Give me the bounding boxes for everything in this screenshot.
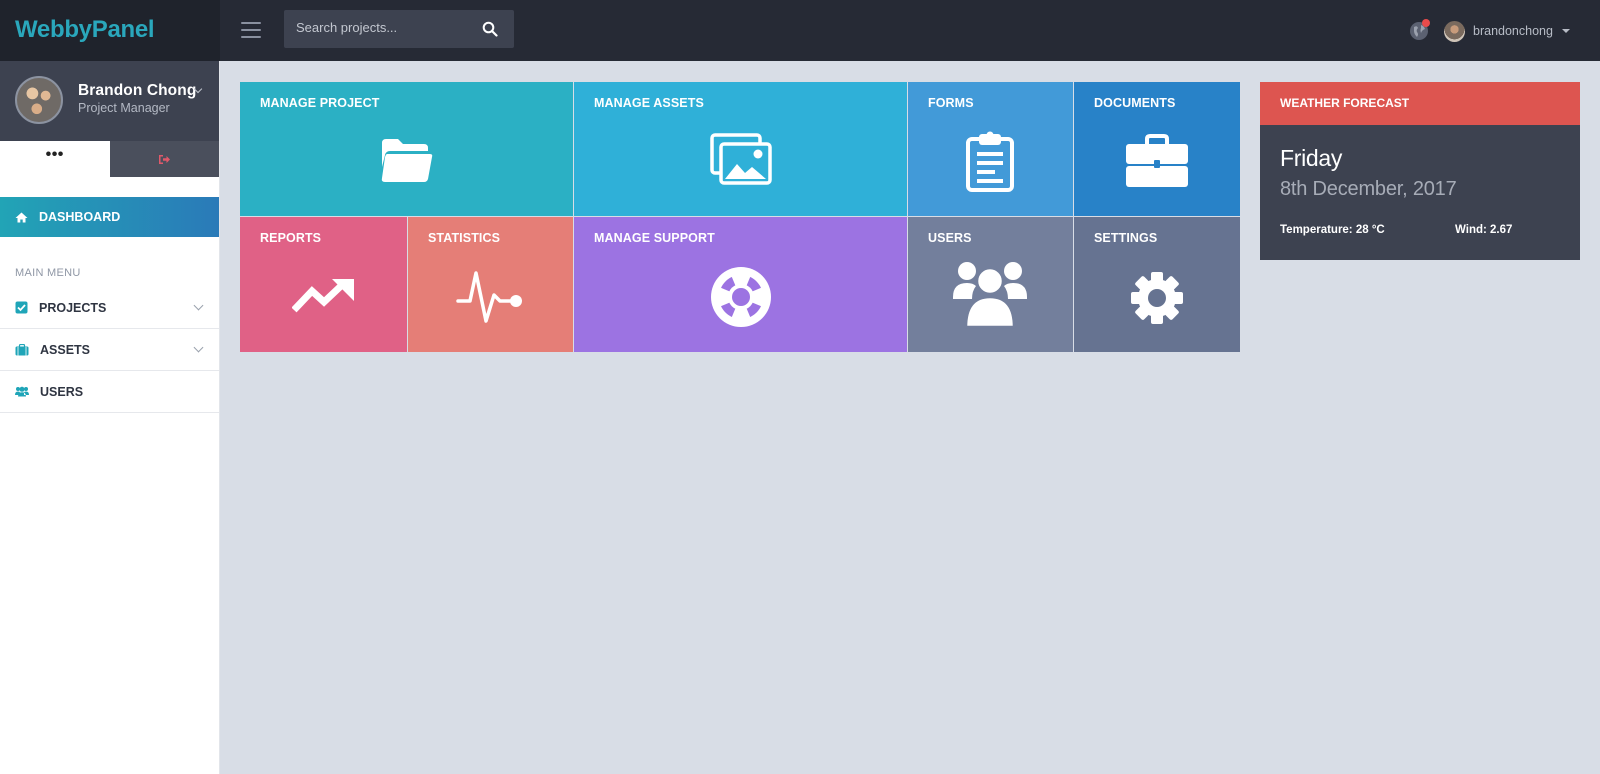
tab-more[interactable]: ••• [0, 141, 110, 177]
weather-temperature: Temperature: 28 °C [1280, 224, 1385, 236]
user-menu[interactable]: brandonchong [1444, 20, 1570, 42]
tile-users[interactable]: USERS [908, 217, 1073, 352]
trend-up-icon [292, 279, 354, 313]
tile-manage-assets[interactable]: MANAGE ASSETS [574, 82, 907, 216]
weather-day: Friday [1280, 145, 1343, 171]
sidebar-item-projects[interactable]: PROJECTS [0, 287, 219, 329]
gear-icon [1131, 272, 1183, 324]
profile-name[interactable]: Brandon Chong [78, 82, 196, 100]
weather-widget: WEATHER FORECAST Friday 8th December, 20… [1260, 82, 1580, 260]
tile-label: STATISTICS [428, 231, 501, 245]
sidebar-item-label: DASHBOARD [39, 210, 121, 224]
tab-logout[interactable] [109, 141, 219, 177]
avatar [1444, 20, 1465, 42]
tile-label: MANAGE ASSETS [594, 96, 704, 110]
tile-manage-support[interactable]: MANAGE SUPPORT [574, 217, 907, 352]
clipboard-icon [966, 131, 1014, 192]
folder-icon [381, 139, 433, 182]
briefcase-icon [15, 343, 29, 355]
weather-date: 8th December, 2017 [1280, 178, 1457, 200]
sidebar-item-users[interactable]: USERS [0, 371, 219, 413]
sidebar-item-label: ASSETS [40, 342, 91, 357]
notification-badge [1422, 19, 1430, 27]
tile-forms[interactable]: FORMS [908, 82, 1073, 216]
chevron-down-icon[interactable] [193, 342, 204, 353]
caret-down-icon [1561, 29, 1570, 33]
tile-label: FORMS [928, 96, 974, 110]
images-icon [710, 133, 772, 185]
profile-avatar[interactable] [15, 76, 63, 124]
check-square-icon [15, 301, 28, 314]
menu-heading: MAIN MENU [15, 267, 81, 279]
life-ring-icon [711, 267, 771, 327]
users-icon [953, 262, 1027, 329]
more-icon: ••• [45, 146, 64, 163]
briefcase-icon [1126, 134, 1188, 187]
weather-title: WEATHER FORECAST [1260, 82, 1580, 125]
tile-statistics[interactable]: STATISTICS [408, 217, 573, 352]
dashboard-tiles: MANAGE PROJECT MANAGE ASSETS FORMS DOCUM… [240, 82, 1240, 352]
tile-label: USERS [928, 231, 972, 245]
top-bar: WebbyPanel brandonchong [0, 0, 1600, 61]
tile-label: REPORTS [260, 231, 322, 245]
tile-settings[interactable]: SETTINGS [1074, 217, 1240, 352]
tile-documents[interactable]: DOCUMENTS [1074, 82, 1240, 216]
tile-label: DOCUMENTS [1094, 96, 1176, 110]
weather-wind: Wind: 2.67 [1455, 224, 1513, 236]
sign-out-icon [158, 154, 170, 164]
username-label: brandonchong [1473, 24, 1553, 38]
tile-reports[interactable]: REPORTS [240, 217, 407, 352]
brand-logo[interactable]: WebbyPanel [0, 0, 220, 61]
sidebar-item-dashboard[interactable]: DASHBOARD [0, 197, 219, 237]
search-box [284, 10, 514, 48]
sidebar: Brandon Chong Project Manager ••• DASHBO… [0, 61, 220, 774]
profile-role: Project Manager [78, 101, 170, 115]
sidebar-item-label: PROJECTS [39, 300, 107, 315]
hamburger-menu-icon[interactable] [241, 22, 261, 38]
home-icon [15, 212, 28, 222]
sidebar-item-label: USERS [40, 384, 84, 399]
search-icon[interactable] [482, 21, 498, 37]
tile-label: MANAGE SUPPORT [594, 231, 715, 245]
tile-label: MANAGE PROJECT [260, 96, 380, 110]
profile-panel: Brandon Chong Project Manager [0, 61, 219, 141]
pulse-icon [456, 271, 522, 323]
tile-label: SETTINGS [1094, 231, 1158, 245]
sidebar-tabs: ••• [0, 141, 219, 177]
brand-name: WebbyPanel [15, 16, 155, 43]
tile-manage-project[interactable]: MANAGE PROJECT [240, 82, 573, 216]
users-icon [15, 386, 29, 397]
sidebar-item-assets[interactable]: ASSETS [0, 329, 219, 371]
search-input[interactable] [296, 20, 476, 35]
chevron-down-icon[interactable] [193, 300, 204, 311]
